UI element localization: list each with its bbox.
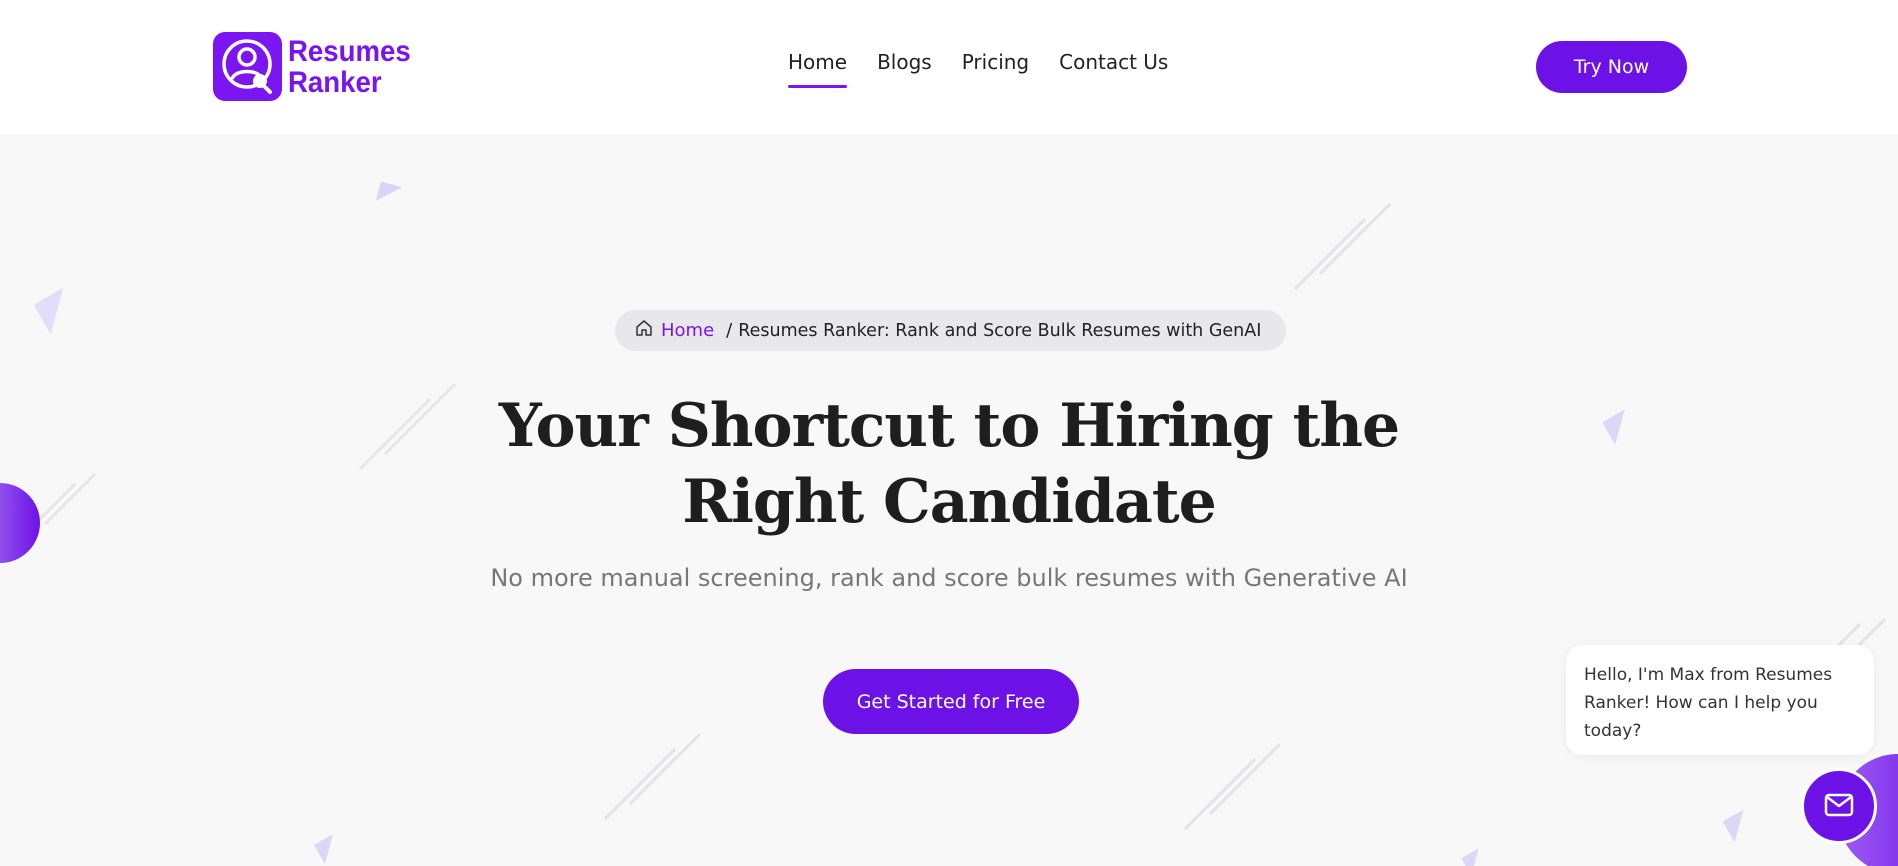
decor-triangle (1722, 809, 1756, 843)
get-started-button[interactable]: Get Started for Free (823, 669, 1079, 734)
breadcrumb: Home / Resumes Ranker: Rank and Score Bu… (615, 310, 1286, 351)
decor-triangle (313, 833, 345, 865)
nav-item-home[interactable]: Home (788, 50, 848, 88)
site-header: Resumes Ranker Home Blogs Pricing Contac… (0, 0, 1898, 134)
hero-section: Home / Resumes Ranker: Rank and Score Bu… (0, 134, 1898, 866)
try-now-button[interactable]: Try Now (1536, 41, 1687, 93)
mail-icon (1824, 793, 1854, 820)
logo-icon (213, 32, 282, 101)
decor-triangle (1461, 848, 1489, 866)
nav-item-blogs[interactable]: Blogs (877, 50, 932, 74)
decor-lines (1183, 742, 1282, 831)
chat-message-bubble[interactable]: Hello, I'm Max from Resumes Ranker! How … (1566, 645, 1874, 755)
decor-lines (603, 732, 702, 821)
decor-triangle (33, 287, 81, 335)
decor-triangle (375, 181, 403, 207)
nav-item-contact-us[interactable]: Contact Us (1059, 50, 1168, 74)
hero-title-line1: Your Shortcut to Hiring the (498, 391, 1400, 461)
home-icon[interactable] (635, 319, 653, 342)
breadcrumb-current: Resumes Ranker: Rank and Score Bulk Resu… (738, 320, 1262, 341)
logo-text-line2: Ranker (288, 65, 382, 99)
chat-launcher-button[interactable] (1801, 768, 1877, 844)
main-nav: Home Blogs Pricing Contact Us (788, 50, 1198, 88)
hero-title: Your Shortcut to Hiring the Right Candid… (449, 388, 1449, 540)
decor-lines (1293, 202, 1392, 291)
decor-triangle (1602, 409, 1638, 445)
hero-subtitle: No more manual screening, rank and score… (490, 564, 1408, 592)
logo[interactable]: Resumes Ranker (213, 32, 421, 101)
breadcrumb-home-link[interactable]: Home (661, 320, 714, 341)
hero-title-line2: Right Candidate (682, 467, 1217, 537)
logo-text-line1: Resumes (288, 34, 411, 68)
logo-text: Resumes Ranker (288, 36, 411, 98)
breadcrumb-separator: / (726, 320, 733, 341)
nav-item-pricing[interactable]: Pricing (962, 50, 1029, 74)
